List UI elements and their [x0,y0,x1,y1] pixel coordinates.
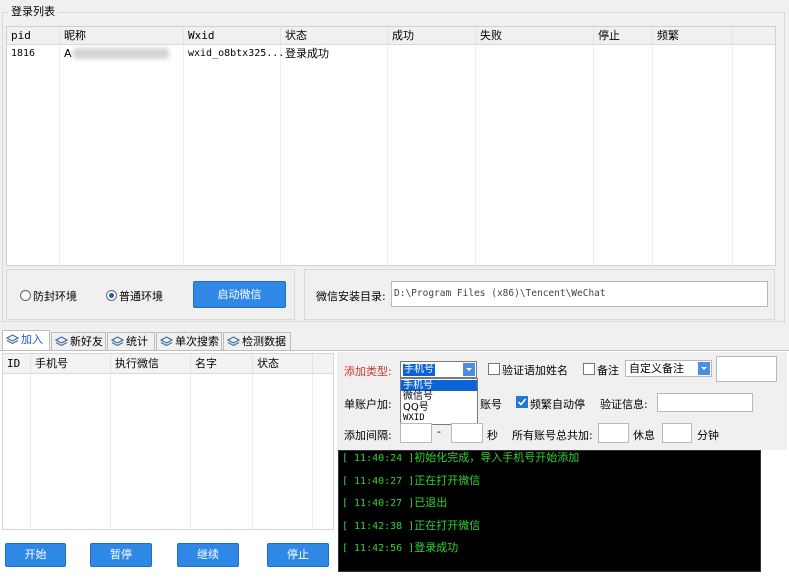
tab-statistics-label: 统计 [126,335,148,348]
verify-info-input[interactable] [657,393,753,412]
add-type-label: 添加类型: [344,365,392,378]
add-type-dropdown[interactable]: 手机号 微信号 QQ号 WXID [400,378,478,425]
remark-type-select[interactable]: 自定义备注 [625,360,712,377]
interval-label: 添加间隔: [344,429,392,442]
dropdown-option-phone[interactable]: 手机号 [401,380,477,391]
add-task-table[interactable]: ID 手机号 执行微信 名字 状态 [2,353,334,530]
row-nickname: A [64,47,72,60]
layers-icon [55,336,68,347]
anti-ban-env-label[interactable]: 防封环境 [33,288,77,304]
col-frequent[interactable]: 频繁 [653,27,733,45]
frequent-auto-stop-checkbox[interactable] [516,396,528,408]
login-list-title: 登录列表 [8,5,58,19]
tab-join-label: 加入 [21,333,43,346]
login-list-header: pid 昵称 Wxid 状态 成功 失败 停止 频繁 [7,27,775,45]
col-nickname[interactable]: 昵称 [60,27,184,45]
col-status[interactable]: 状态 [281,27,388,45]
layers-icon [111,336,124,347]
log-entry: [ 11:42:56 ]登录成功 [342,541,459,555]
nickname-blur [73,48,169,59]
install-dir-label: 微信安装目录: [316,290,386,303]
log-entry: [ 11:40:27 ]已退出 [342,496,448,510]
chevron-down-icon[interactable] [698,362,710,375]
table-row[interactable]: 1816 A wxid_o8btx325... 登录成功 [7,45,775,62]
stop-button[interactable]: 停止 [267,543,329,567]
seconds-unit: 秒 [487,429,498,442]
interval-max-input[interactable] [451,423,483,443]
remark-label[interactable]: 备注 [597,362,619,378]
add-type-select[interactable]: 手机号 [400,361,477,378]
add-task-header: ID 手机号 执行微信 名字 状态 [3,354,333,374]
tab-check-data[interactable]: 检测数据 [223,332,291,350]
col-state[interactable]: 状态 [253,354,313,374]
check-icon [517,398,527,406]
add-type-value: 手机号 [403,364,435,376]
normal-env-label[interactable]: 普通环境 [119,288,163,304]
launch-wechat-button[interactable]: 启动微信 [193,281,286,308]
layers-icon [6,334,19,345]
col-name[interactable]: 名字 [191,354,253,374]
chevron-down-icon[interactable] [463,363,475,376]
log-entry: [ 11:40:24 ]初始化完成，导入手机号开始添加 [342,451,580,465]
continue-button[interactable]: 继续 [177,543,239,567]
remark-checkbox[interactable] [583,363,595,375]
col-fail[interactable]: 失败 [476,27,594,45]
start-button[interactable]: 开始 [5,543,66,567]
all-accounts-total-input[interactable] [598,423,629,443]
row-pid: 1816 [11,48,36,59]
layers-icon [160,336,173,347]
tab-statistics[interactable]: 统计 [107,332,155,350]
col-pid[interactable]: pid [7,27,60,45]
account-suffix-label: 账号 [480,398,502,411]
row-wxid: wxid_o8btx325... [188,48,285,59]
verify-add-name-label[interactable]: 验证语加姓名 [502,362,568,378]
log-entry: [ 11:40:27 ]正在打开微信 [342,473,481,487]
dropdown-option-wechat-id[interactable]: 微信号 [401,391,477,402]
install-dir-input[interactable]: D:\Program Files (x86)\Tencent\WeChat [391,281,768,307]
col-id[interactable]: ID [3,354,31,374]
verify-info-label: 验证信息: [600,398,648,411]
tab-new-friends[interactable]: 新好友 [51,332,106,350]
tab-new-friends-label: 新好友 [70,335,103,348]
interval-min-input[interactable] [400,423,432,443]
row-status: 登录成功 [285,47,329,60]
login-list-table[interactable]: pid 昵称 Wxid 状态 成功 失败 停止 频繁 1816 A wxid_o… [6,26,776,266]
col-phone[interactable]: 手机号 [31,354,111,374]
rest-minutes-input[interactable] [662,423,692,443]
tab-check-data-label: 检测数据 [242,335,286,348]
remark-type-value: 自定义备注 [629,362,684,375]
tab-join[interactable]: 加入 [2,330,50,350]
remark-text-input[interactable] [716,356,777,382]
col-stop[interactable]: 停止 [594,27,653,45]
tab-single-search-label: 单次搜索 [175,335,219,348]
anti-ban-env-radio[interactable] [20,290,31,301]
col-exec-wechat[interactable]: 执行微信 [111,354,191,374]
interval-dash: - [437,425,441,438]
verify-add-name-checkbox[interactable] [488,363,500,375]
normal-env-radio[interactable] [106,290,117,301]
dropdown-option-qq[interactable]: QQ号 [401,402,477,413]
single-account-add-label: 单账户加: [344,398,392,411]
layers-icon [227,336,240,347]
col-wxid[interactable]: Wxid [184,27,281,45]
all-accounts-total-label: 所有账号总共加: [512,429,593,442]
col-success[interactable]: 成功 [388,27,476,45]
tab-single-search[interactable]: 单次搜索 [156,332,222,350]
log-entry: [ 11:42:38 ]正在打开微信 [342,518,481,532]
frequent-auto-stop-label[interactable]: 频繁自动停 [530,396,585,412]
log-console[interactable]: [ 11:40:24 ]初始化完成，导入手机号开始添加 [ 11:40:27 ]… [338,450,761,572]
rest-label: 休息 [633,429,655,442]
minutes-unit: 分钟 [697,429,719,442]
pause-button[interactable]: 暂停 [90,543,152,567]
